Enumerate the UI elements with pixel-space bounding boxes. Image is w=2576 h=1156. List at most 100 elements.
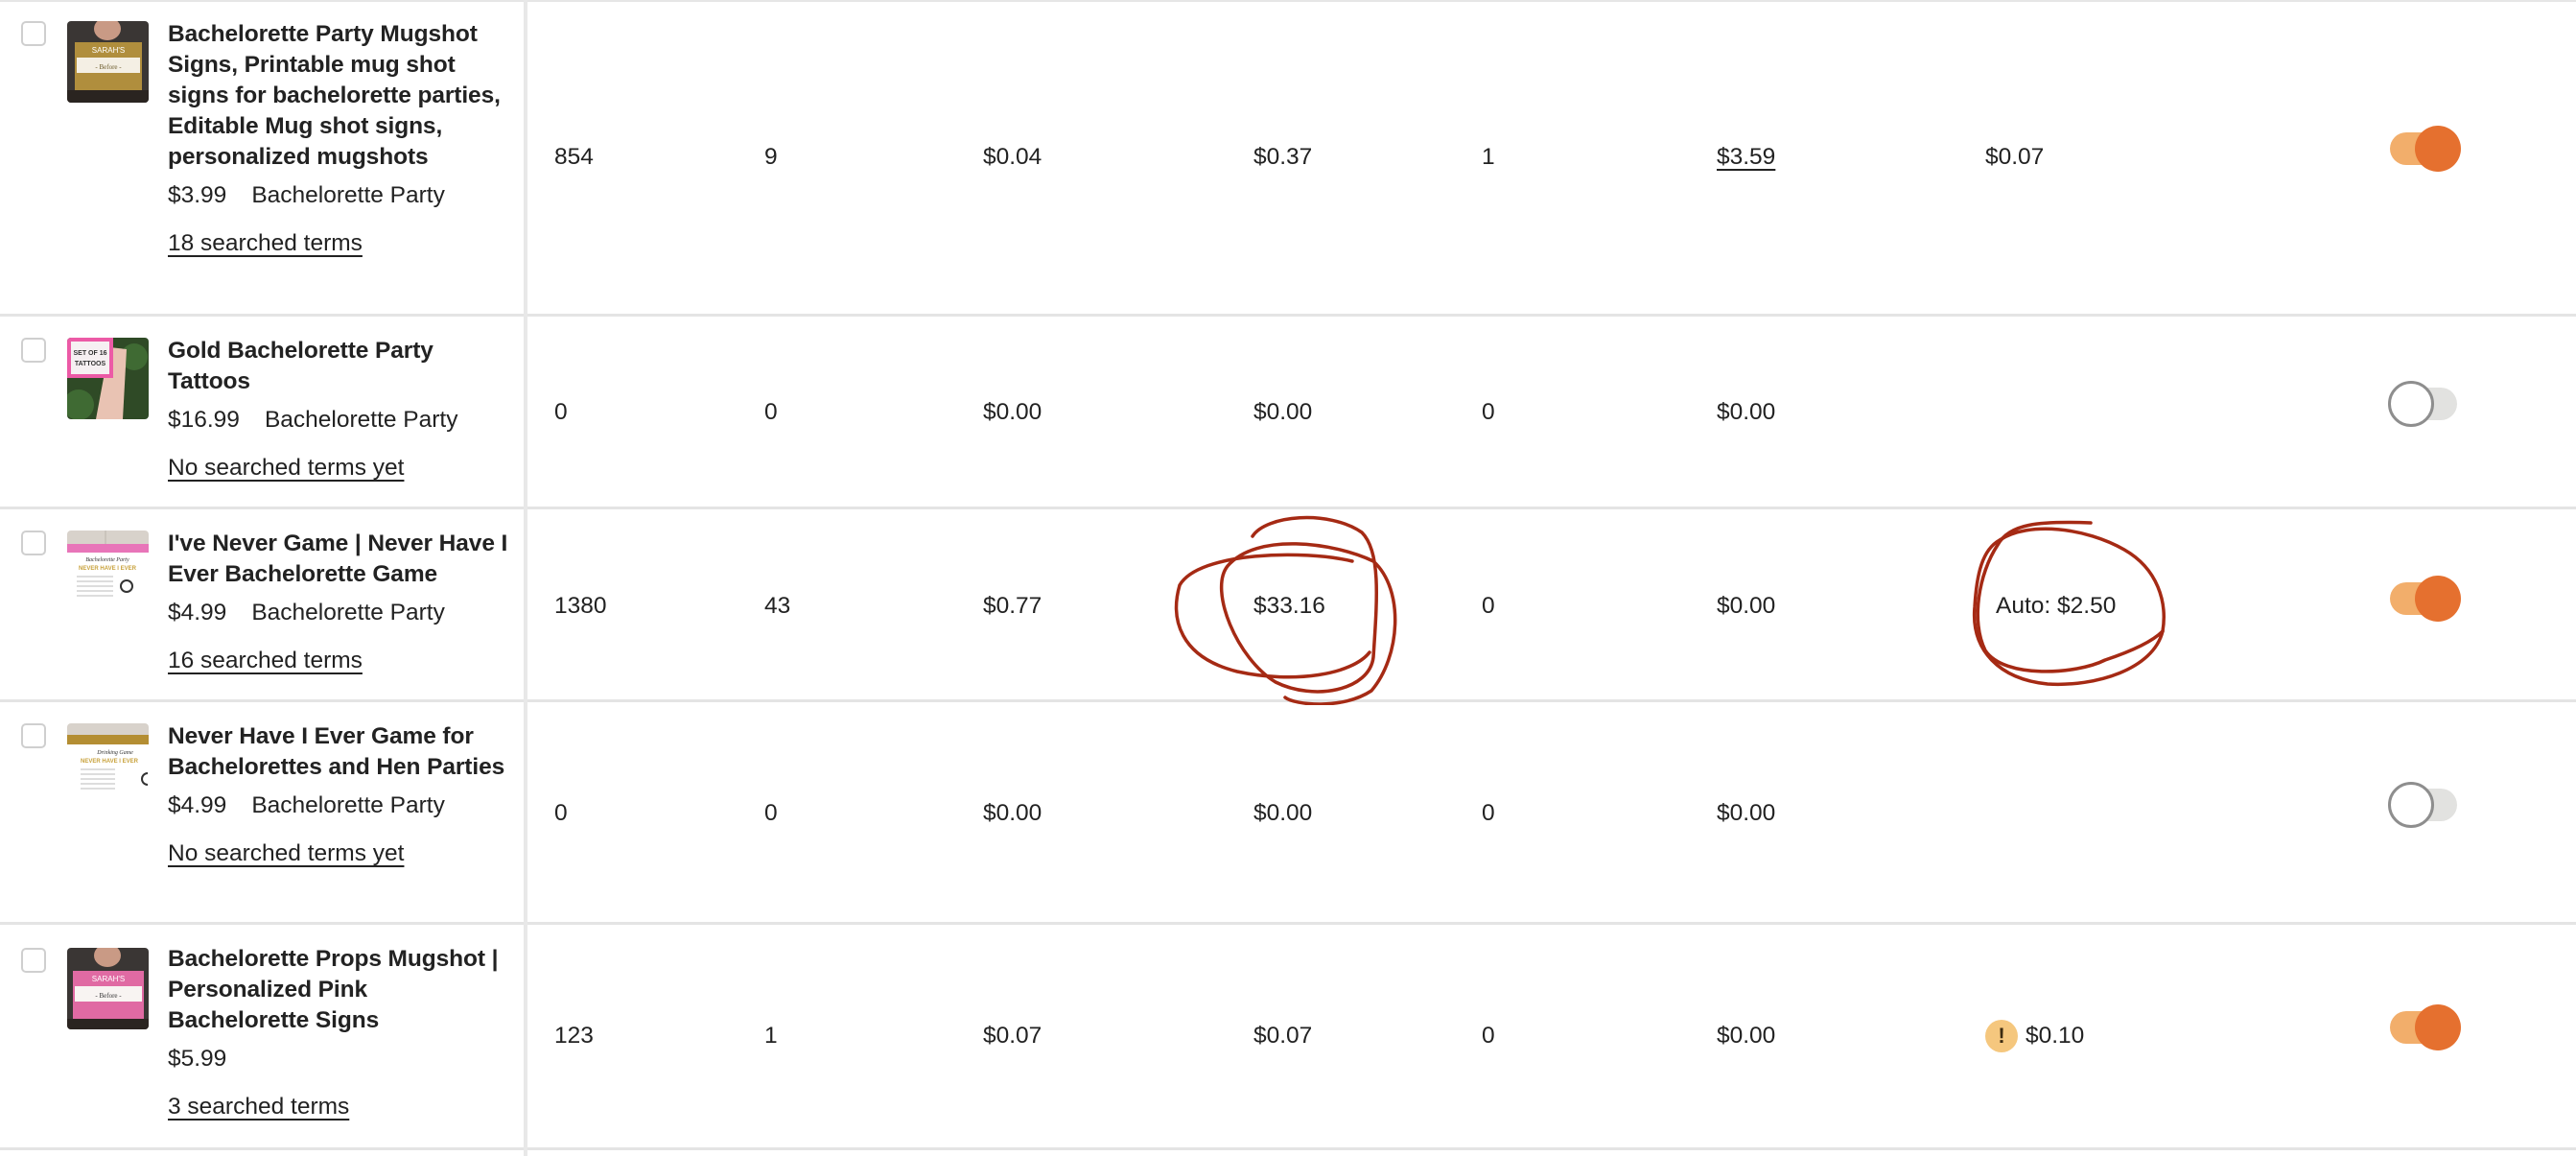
listing-title[interactable]: I've Never Game | Never Have I Ever Bach… [168, 529, 508, 590]
listing-section: Bachelorette Party [251, 600, 445, 625]
spend-value: $0.07 [1253, 1023, 1313, 1049]
revenue-value: $0.00 [1717, 800, 1776, 826]
listing-info: Bachelorette Party Mugshot Signs, Printa… [168, 19, 508, 259]
listing-thumbnail[interactable]: SET OF 16 TATTOOS [67, 338, 149, 419]
listing-title[interactable]: Never Have I Ever Game for Bachelorettes… [168, 721, 508, 783]
svg-text:NEVER HAVE I EVER: NEVER HAVE I EVER [81, 759, 139, 765]
listing-title[interactable]: Bachelorette Party Mugshot Signs, Printa… [168, 19, 508, 173]
table-row: SET OF 16 TATTOOS Gold Bachelorette Part… [0, 317, 2576, 509]
click-rate-value: $0.77 [983, 593, 1042, 619]
spend-value: $0.00 [1253, 800, 1313, 826]
listing-info: Bachelorette Props Mugshot | Personalize… [168, 944, 508, 1122]
revenue-value: $0.00 [1717, 593, 1776, 619]
advertise-toggle[interactable] [2388, 575, 2461, 623]
views-value: 0 [554, 800, 568, 826]
bid-value[interactable]: $0.07 [1985, 143, 2044, 172]
table-row: Bachelorette Party NEVER HAVE I EVER I'v… [0, 509, 2576, 702]
clicks-value: 0 [764, 399, 778, 425]
listing-title[interactable]: Bachelorette Props Mugshot | Personalize… [168, 944, 508, 1036]
listing-price: $5.99 [168, 1046, 227, 1072]
listing-section: Bachelorette Party [251, 792, 445, 818]
revenue-value: $0.00 [1717, 1023, 1776, 1049]
orders-value: 0 [1482, 399, 1495, 425]
advertise-toggle[interactable] [2388, 1003, 2461, 1051]
mugshot-sign-pink-thumbnail-icon: SARAH'S - Before - [67, 948, 149, 1029]
views-value: 123 [554, 1023, 594, 1049]
orders-value: 1 [1482, 144, 1495, 170]
searched-terms-link[interactable]: 18 searched terms [168, 228, 363, 259]
svg-text:- Before -: - Before - [95, 63, 122, 71]
advertise-toggle[interactable] [2388, 125, 2461, 173]
bid-value[interactable]: $0.10 [2026, 1023, 2084, 1049]
svg-text:Drinking Game: Drinking Game [96, 750, 133, 756]
searched-terms-link[interactable]: 16 searched terms [168, 646, 363, 676]
listings-table: SARAH'S - Before - Bachelorette Party Mu… [0, 0, 2576, 1156]
listing-thumbnail[interactable]: Drinking Game NEVER HAVE I EVER [67, 723, 149, 805]
row-select-checkbox[interactable] [21, 948, 46, 973]
listing-section: Bachelorette Party [251, 182, 445, 208]
listing-price: $4.99 [168, 600, 227, 625]
svg-text:SARAH'S: SARAH'S [92, 975, 125, 983]
click-rate-value: $0.00 [983, 800, 1042, 826]
mugshot-sign-gold-thumbnail-icon: SARAH'S - Before - [67, 21, 149, 103]
listing-price: $3.99 [168, 182, 227, 208]
row-select-checkbox[interactable] [21, 723, 46, 748]
tattoos-thumbnail-icon: SET OF 16 TATTOOS [67, 338, 149, 419]
listing-meta: $16.99 Bachelorette Party [168, 405, 508, 436]
orders-value: 0 [1482, 1023, 1495, 1049]
column-divider [524, 0, 527, 1156]
listing-title[interactable]: Gold Bachelorette Party Tattoos [168, 336, 508, 397]
toggle-knob [2415, 126, 2461, 172]
searched-terms-link[interactable]: No searched terms yet [168, 453, 404, 484]
svg-text:SARAH'S: SARAH'S [92, 46, 125, 55]
listing-price: $4.99 [168, 792, 227, 818]
clicks-value: 1 [764, 1023, 778, 1049]
never-have-i-ever-pink-thumbnail-icon: Bachelorette Party NEVER HAVE I EVER [67, 531, 149, 612]
revenue-link[interactable]: $3.59 [1717, 143, 1775, 172]
row-select-checkbox[interactable] [21, 21, 46, 46]
table-row: SARAH'S - Before - Bachelorette Props Mu… [0, 925, 2576, 1150]
spend-value: $0.00 [1253, 399, 1313, 425]
listing-info: Gold Bachelorette Party Tattoos $16.99 Ba… [168, 336, 508, 484]
searched-terms-link[interactable]: No searched terms yet [168, 838, 404, 869]
row-select-checkbox[interactable] [21, 338, 46, 363]
listing-meta: $4.99 Bachelorette Party [168, 598, 508, 628]
click-rate-value: $0.07 [983, 1023, 1042, 1049]
listing-meta: $5.99 [168, 1044, 508, 1074]
svg-text:- Before -: - Before - [95, 992, 122, 1000]
row-select-checkbox[interactable] [21, 531, 46, 555]
clicks-value: 0 [764, 800, 778, 826]
views-value: 1380 [554, 593, 607, 619]
orders-value: 0 [1482, 800, 1495, 826]
spend-value: $33.16 [1253, 593, 1325, 619]
table-row: SARAH'S - Before - Bachelorette Party Mu… [0, 0, 2576, 317]
listing-thumbnail[interactable]: Bachelorette Party NEVER HAVE I EVER [67, 531, 149, 612]
toggle-knob [2388, 381, 2434, 427]
advertise-toggle[interactable] [2388, 781, 2461, 829]
table-row: Drinking Game NEVER HAVE I EVER Never Ha… [0, 702, 2576, 925]
click-rate-value: $0.00 [983, 399, 1042, 425]
listing-price: $16.99 [168, 407, 240, 433]
click-rate-value: $0.04 [983, 144, 1042, 170]
clicks-value: 43 [764, 593, 791, 619]
never-have-i-ever-gold-thumbnail-icon: Drinking Game NEVER HAVE I EVER [67, 723, 149, 805]
toggle-knob [2415, 576, 2461, 622]
listing-info: Never Have I Ever Game for Bachelorettes… [168, 721, 508, 869]
advertise-toggle[interactable] [2388, 380, 2461, 428]
listing-info: I've Never Game | Never Have I Ever Bach… [168, 529, 508, 676]
listing-section: Bachelorette Party [264, 407, 458, 433]
svg-text:Bachelorette Party: Bachelorette Party [85, 557, 129, 563]
searched-terms-link[interactable]: 3 searched terms [168, 1092, 349, 1122]
views-value: 0 [554, 399, 568, 425]
bid-cell: ! $0.10 [1985, 1020, 2084, 1052]
revenue-value: $0.00 [1717, 399, 1776, 425]
listing-thumbnail[interactable]: SARAH'S - Before - [67, 21, 149, 103]
warning-icon[interactable]: ! [1985, 1020, 2018, 1052]
clicks-value: 9 [764, 144, 778, 170]
svg-text:SET OF 16: SET OF 16 [73, 350, 106, 357]
listing-thumbnail[interactable]: SARAH'S - Before - [67, 948, 149, 1029]
toggle-knob [2415, 1004, 2461, 1050]
bid-value[interactable]: Auto: $2.50 [1996, 592, 2116, 621]
svg-text:NEVER HAVE I EVER: NEVER HAVE I EVER [79, 566, 137, 572]
listing-meta: $4.99 Bachelorette Party [168, 790, 508, 821]
